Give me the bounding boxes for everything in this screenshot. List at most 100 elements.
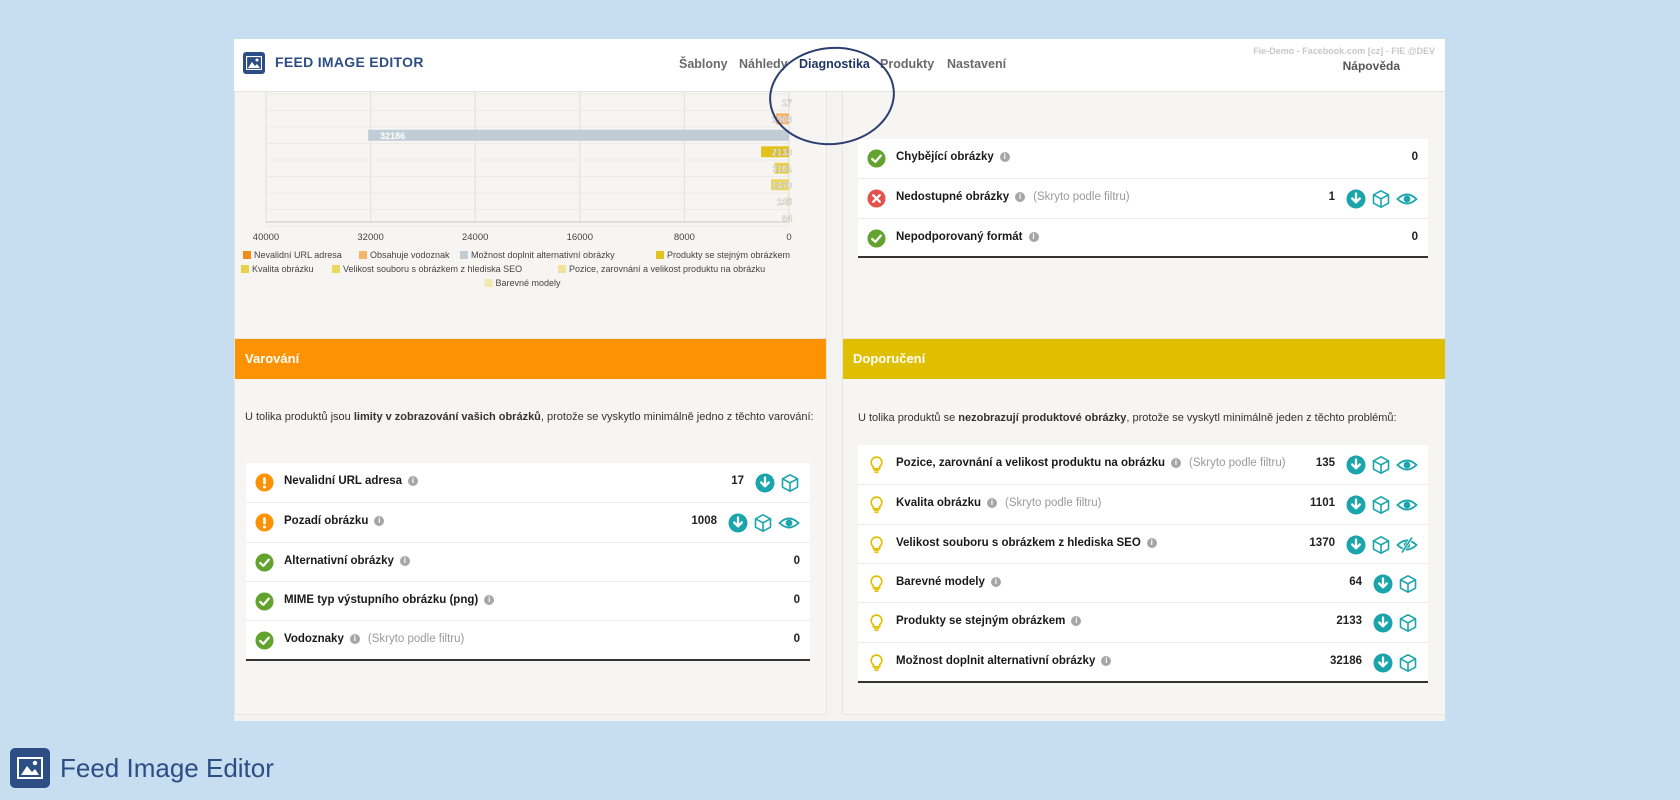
list-item: Velikost souboru s obrázkem z hlediska S… — [858, 523, 1428, 564]
nav-produkty[interactable]: Produkty — [880, 57, 934, 71]
legend-swatch — [656, 251, 664, 259]
legend-swatch — [460, 251, 468, 259]
warnings-intro: U tolika produktů jsou limity v zobrazov… — [245, 411, 814, 423]
product-box-icon[interactable] — [1371, 535, 1391, 555]
download-icon[interactable] — [1373, 653, 1393, 673]
item-label-text: Barevné modely — [896, 575, 985, 588]
product-box-icon[interactable] — [1371, 495, 1391, 515]
item-count: 0 — [1411, 151, 1418, 163]
info-icon[interactable]: i — [1101, 655, 1112, 666]
info-icon[interactable]: i — [990, 576, 1001, 587]
item-label-text: Nepodporovaný formát — [896, 230, 1023, 243]
item-count: 2133 — [1336, 615, 1362, 628]
environment-info: Fie-Demo - Facebook.com [cz] - FIE @DEV — [1253, 46, 1435, 56]
filter-note: (Skryto podle filtru) — [1189, 457, 1286, 469]
app-name[interactable]: FEED IMAGE EDITOR — [275, 54, 424, 70]
intro-emphasis: limity v zobrazování vašich obrázků — [353, 411, 541, 423]
item-label: Chybějící obrázky i — [896, 151, 1010, 163]
info-icon[interactable]: i — [484, 594, 495, 605]
product-box-icon[interactable] — [1371, 455, 1391, 475]
eye-icon[interactable] — [1396, 189, 1418, 209]
eye-off-icon[interactable] — [1396, 535, 1418, 555]
download-icon[interactable] — [1346, 495, 1366, 515]
download-icon[interactable] — [1346, 189, 1366, 209]
legend-label: Obsahuje vodoznak — [370, 250, 450, 260]
legend-label: Produkty se stejným obrázkem — [667, 250, 790, 260]
info-icon[interactable]: i — [374, 516, 385, 527]
info-icon[interactable]: i — [999, 152, 1010, 162]
item-label: Barevné modely i — [896, 576, 1001, 588]
intro-text-end: , protože se vyskytl minimálně jeden z t… — [1126, 412, 1397, 424]
item-count: 1101 — [1310, 497, 1335, 510]
product-box-icon[interactable] — [753, 513, 773, 533]
recommendations-panel: Doporučení U tolika produktů se nezobraz… — [842, 338, 1445, 715]
info-icon[interactable]: i — [1171, 458, 1182, 468]
list-item: Barevné modely i 64 — [858, 562, 1428, 603]
recommendations-header: Doporučení — [843, 339, 1445, 379]
item-label-text: Vodoznaky — [284, 633, 344, 646]
check-circle-icon — [255, 631, 274, 650]
item-label-text: Nevalidní URL adresa — [284, 475, 403, 487]
list-item: Pozice, zarovnání a velikost produktu na… — [858, 445, 1428, 484]
app-logo-icon[interactable] — [243, 52, 265, 74]
info-icon[interactable]: i — [1071, 616, 1082, 627]
list-item: Kvalita obrázku i (Skryto podle filtru) 110… — [858, 484, 1428, 524]
item-count: 135 — [1315, 457, 1335, 469]
eye-icon[interactable] — [1396, 495, 1418, 515]
product-box-icon[interactable] — [1398, 574, 1418, 594]
info-icon[interactable]: i — [1146, 537, 1157, 548]
eye-icon[interactable] — [778, 513, 800, 533]
list-item: Chybějící obrázky i 0 — [858, 139, 1428, 178]
item-label: Kvalita obrázku i (Skryto podle filtru) — [896, 497, 1102, 509]
item-count: 64 — [1349, 575, 1362, 588]
legend-label: Nevalidní URL adresa — [254, 250, 342, 260]
download-icon[interactable] — [1346, 455, 1366, 475]
product-box-icon[interactable] — [1371, 189, 1391, 209]
info-icon[interactable]: i — [987, 498, 997, 509]
item-label-text: Velikost souboru s obrázkem z hlediska S… — [896, 536, 1141, 549]
intro-text-end: , protože se vyskytlo minimálně jedno z … — [540, 411, 814, 423]
item-label-text: Produkty se stejným obrázkem — [896, 615, 1066, 628]
x-tick-label: 0 — [786, 232, 791, 243]
nav-sablony[interactable]: Šablony — [679, 57, 728, 71]
item-label: Alternativní obrázky i — [284, 555, 410, 567]
recommendations-intro: U tolika produktů se nezobrazují produkt… — [858, 412, 1397, 424]
download-icon[interactable] — [1346, 535, 1366, 555]
nav-nastaveni[interactable]: Nastavení — [947, 57, 1006, 71]
item-label: Velikost souboru s obrázkem z hlediska S… — [896, 537, 1157, 549]
bar — [368, 129, 789, 141]
product-box-icon[interactable] — [1398, 613, 1418, 633]
download-icon[interactable] — [1373, 574, 1393, 594]
error-x-icon — [867, 189, 886, 208]
info-icon[interactable]: i — [1028, 231, 1039, 242]
legend-swatch — [243, 251, 251, 259]
list-item: Nepodporovaný formát i 0 — [858, 217, 1428, 258]
list-item: Nedostupné obrázky i (Skryto podle filtru)… — [858, 178, 1428, 218]
info-icon[interactable]: i — [349, 634, 360, 645]
app-window: FEED IMAGE EDITOR Šablony Náhledy Diagno… — [234, 39, 1445, 721]
warnings-list: Nevalidní URL adresa i 17 Pozadí obrázku i 10… — [246, 463, 810, 661]
help-link[interactable]: Nápověda — [1343, 59, 1400, 73]
download-icon[interactable] — [755, 473, 775, 493]
footer-logo-icon — [10, 748, 50, 788]
download-icon[interactable] — [728, 513, 748, 533]
download-icon[interactable] — [1373, 613, 1393, 633]
bar-value-label: 32186 — [380, 131, 405, 141]
warning-exclamation-icon — [255, 513, 274, 532]
product-box-icon[interactable] — [780, 473, 800, 493]
eye-icon[interactable] — [1396, 455, 1418, 475]
legend-label: Možnost doplnit alternativní obrázky — [471, 250, 615, 260]
bar-value-label: 1370 — [772, 180, 792, 190]
info-icon[interactable]: i — [1015, 192, 1026, 203]
filter-note: (Skryto podle filtru) — [1005, 497, 1102, 510]
product-box-icon[interactable] — [1398, 653, 1418, 673]
errors-list: Chybějící obrázky i 0 Nedostupné obrázky i (S… — [858, 139, 1428, 258]
info-icon[interactable]: i — [408, 476, 419, 486]
legend-swatch — [558, 265, 566, 273]
item-label: Vodoznaky i (Skryto podle filtru) — [284, 633, 464, 645]
lightbulb-icon — [867, 495, 886, 514]
info-icon[interactable]: i — [399, 555, 410, 566]
item-count: 0 — [793, 554, 800, 567]
item-label-text: Možnost doplnit alternativní obrázky — [896, 654, 1096, 667]
list-item: Možnost doplnit alternativní obrázky i 321… — [858, 641, 1428, 682]
